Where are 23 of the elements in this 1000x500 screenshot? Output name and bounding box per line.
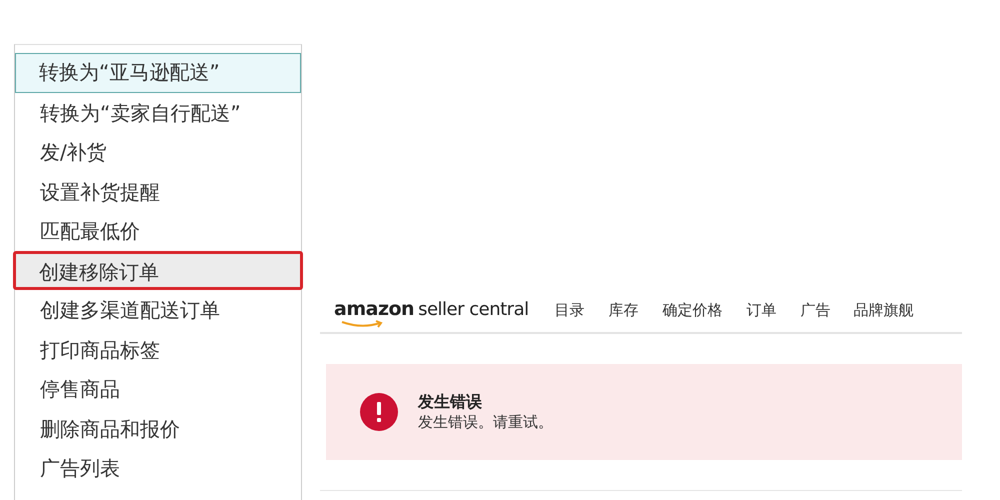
nav-link[interactable]: 品牌旗舰 — [854, 300, 914, 320]
logo[interactable]: amazon seller central — [334, 298, 529, 330]
nav-link[interactable]: 目录 — [554, 300, 585, 320]
menu-item[interactable]: 转换为“卖家自行配送” — [15, 92, 301, 132]
menu-item[interactable]: 设置补货提醒 — [15, 172, 301, 211]
nav-link[interactable]: 订单 — [746, 300, 777, 320]
menu-item[interactable]: 转换为“亚马逊配送” — [15, 53, 301, 92]
nav-link[interactable]: 确定价格 — [662, 300, 723, 320]
logo-product: seller central — [418, 299, 529, 320]
menu-item[interactable]: 创建多渠道配送订单 — [15, 290, 301, 330]
menu-item[interactable]: 匹配最低价 — [15, 211, 301, 250]
error-icon — [360, 393, 398, 431]
alert-title: 发生错误 — [418, 392, 483, 413]
menu-item[interactable]: 广告列表 — [15, 448, 301, 488]
menu-item[interactable]: 打印商品标签 — [15, 330, 301, 369]
nav-link[interactable]: 广告 — [800, 300, 831, 320]
alert-message: 发生错误。请重试。 — [418, 413, 553, 432]
logo-brand: amazon — [334, 298, 414, 320]
menu-item[interactable]: 创建移除订单 — [13, 250, 303, 290]
nav-link[interactable]: 库存 — [608, 300, 639, 320]
menu-item[interactable]: 删除商品和报价 — [15, 408, 301, 448]
menu-item[interactable]: 停售商品 — [15, 369, 301, 408]
menu-item[interactable]: 发/补货 — [15, 132, 301, 172]
